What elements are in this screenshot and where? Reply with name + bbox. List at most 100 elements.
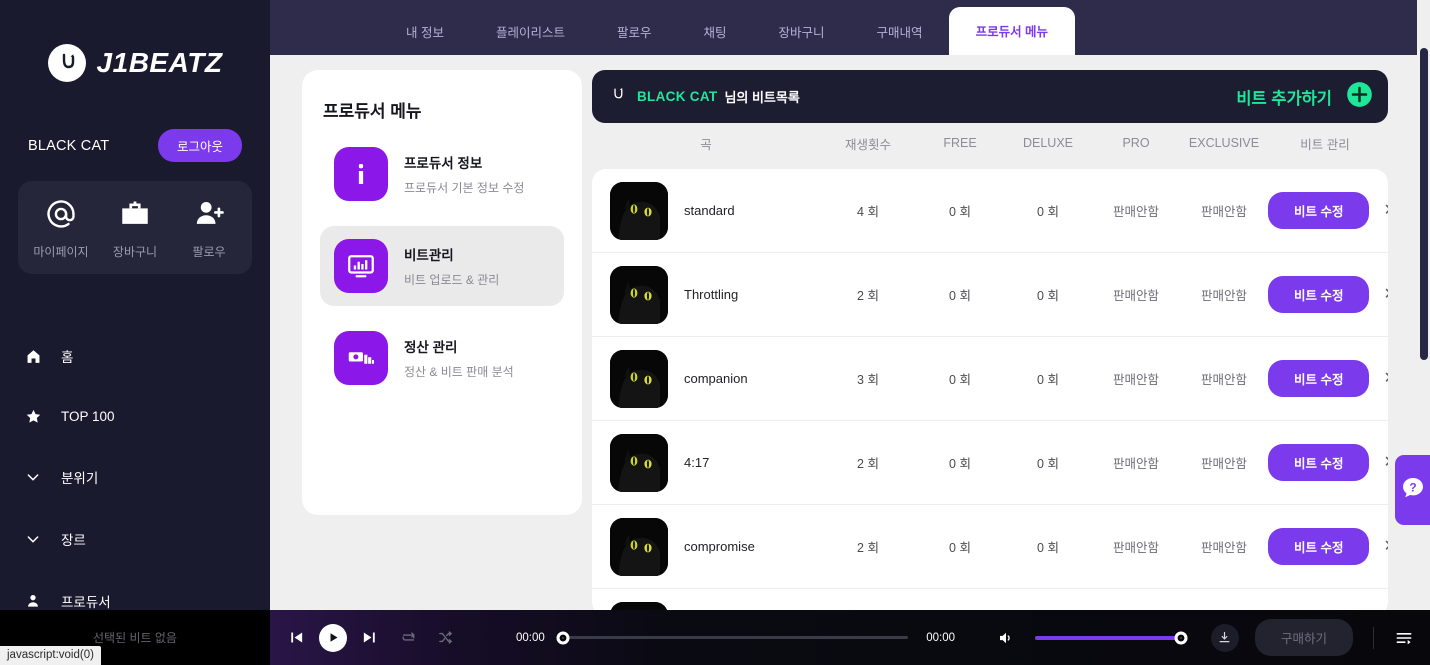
free-count: 0 회 — [949, 541, 971, 555]
edit-beat-button[interactable]: 비트 수정 — [1268, 276, 1370, 313]
user-row: BLACK CAT 로그아웃 — [0, 129, 270, 162]
buy-button[interactable]: 구매하기 — [1254, 619, 1353, 656]
beats-table-header: 곡 재생횟수 FREE DELUXE PRO EXCLUSIVE 비트 관리 — [592, 123, 1388, 163]
manage-cell: 비트 수정 ✕ — [1268, 276, 1388, 313]
menu-item-subtitle: 비트 업로드 & 관리 — [404, 273, 500, 287]
tab-follow[interactable]: 팔로우 — [591, 9, 678, 55]
plays-count: 3 회 — [857, 373, 879, 387]
sidebar-item-mood[interactable]: 분위기 — [0, 457, 270, 497]
svg-text:?: ? — [1409, 480, 1416, 494]
pro-status: 판매안함 — [1112, 457, 1159, 471]
free-count: 0 회 — [949, 457, 971, 471]
table-row[interactable]: compromise 2 회 0 회 0 회 판매안함 판매안함 비트 수정 ✕ — [592, 505, 1388, 589]
tab-purchase-history[interactable]: 구매내역 — [851, 9, 949, 55]
close-icon[interactable]: ✕ — [1383, 286, 1388, 303]
pro-status: 판매안함 — [1112, 373, 1159, 387]
skip-previous-icon[interactable] — [288, 629, 305, 646]
person-add-icon — [192, 197, 226, 236]
volume-knob[interactable] — [1174, 631, 1188, 644]
brand-name: J1BEATZ — [96, 47, 223, 78]
plays-count: 2 회 — [857, 541, 879, 555]
at-icon — [44, 197, 78, 236]
tab-chat[interactable]: 채팅 — [678, 9, 753, 55]
manage-cell: 비트 수정 ✕ — [1268, 192, 1388, 229]
scrollbar-thumb[interactable] — [1420, 48, 1428, 360]
player-controls-area: 00:00 00:00 구매하기 — [270, 610, 1430, 665]
close-icon[interactable]: ✕ — [1383, 370, 1388, 387]
close-icon[interactable]: ✕ — [1383, 538, 1388, 555]
deluxe-count: 0 회 — [1037, 373, 1059, 387]
sidebar-item-label: 장르 — [61, 533, 86, 548]
user-name: BLACK CAT — [28, 137, 110, 154]
table-row[interactable]: companion 3 회 0 회 0 회 판매안함 판매안함 비트 수정 ✕ — [592, 337, 1388, 421]
volume-slider[interactable] — [1034, 631, 1188, 644]
sidebar-item-home[interactable]: 홈 — [0, 336, 270, 376]
menu-item-producer-info[interactable]: 프로듀서 정보 프로듀서 기본 정보 수정 — [320, 134, 564, 214]
help-button[interactable]: ? — [1395, 455, 1430, 525]
money-icon — [334, 331, 388, 385]
top-navigation: 내 정보 플레이리스트 팔로우 채팅 장바구니 구매내역 프로듀서 메뉴 — [270, 0, 1418, 55]
tab-producer-menu[interactable]: 프로듀서 메뉴 — [948, 7, 1076, 55]
pro-status: 판매안함 — [1112, 541, 1159, 555]
sidebar-item-label: 홈 — [61, 350, 74, 365]
logout-button[interactable]: 로그아웃 — [157, 129, 242, 162]
beat-thumbnail — [610, 517, 668, 576]
beat-thumbnail — [610, 349, 668, 408]
manage-cell: 비트 수정 ✕ — [1268, 444, 1388, 481]
deluxe-count: 0 회 — [1037, 541, 1059, 555]
quick-action-mypage[interactable]: 마이페이지 — [27, 197, 95, 260]
free-count: 0 회 — [949, 289, 971, 303]
song-title: Throttling — [684, 287, 739, 302]
sidebar-item-label: TOP 100 — [61, 409, 115, 424]
table-row[interactable]: Throttling 2 회 0 회 0 회 판매안함 판매안함 비트 수정 ✕ — [592, 253, 1388, 337]
menu-item-settlement[interactable]: 정산 관리 정산 & 비트 판매 분석 — [320, 318, 564, 398]
chevron-down-icon — [22, 531, 44, 547]
tab-cart[interactable]: 장바구니 — [753, 9, 851, 55]
person-icon — [22, 593, 44, 609]
shuffle-icon[interactable] — [437, 629, 454, 646]
download-icon[interactable] — [1210, 623, 1239, 652]
plays-count: 2 회 — [857, 457, 879, 471]
main-content: 프로듀서 메뉴 프로듀서 정보 프로듀서 기본 정보 수정 비트관리 비트 업로… — [270, 55, 1418, 616]
quick-action-label: 팔로우 — [192, 245, 226, 259]
repeat-icon[interactable] — [400, 629, 417, 646]
skip-next-icon[interactable] — [361, 629, 378, 646]
menu-item-title: 정산 관리 — [404, 340, 458, 355]
playlist-queue-icon[interactable] — [1394, 628, 1414, 648]
column-header-song: 곡 — [700, 137, 712, 152]
table-row[interactable]: standard 4 회 0 회 0 회 판매안함 판매안함 비트 수정 ✕ — [592, 169, 1388, 253]
free-count: 0 회 — [949, 205, 971, 219]
tab-my-info[interactable]: 내 정보 — [380, 9, 470, 55]
volume-icon[interactable] — [997, 629, 1015, 647]
quick-action-label: 장바구니 — [112, 245, 158, 259]
exclusive-status: 판매안함 — [1200, 205, 1247, 219]
table-row[interactable]: 4:17 2 회 0 회 0 회 판매안함 판매안함 비트 수정 ✕ — [592, 421, 1388, 505]
quick-action-follow[interactable]: 팔로우 — [175, 197, 243, 260]
close-icon[interactable]: ✕ — [1383, 202, 1388, 219]
progress-knob[interactable] — [556, 631, 570, 644]
edit-beat-button[interactable]: 비트 수정 — [1268, 360, 1370, 397]
menu-item-subtitle: 프로듀서 기본 정보 수정 — [404, 181, 525, 195]
sidebar-item-genre[interactable]: 장르 — [0, 519, 270, 559]
brand-logo[interactable]: J1BEATZ — [0, 0, 270, 82]
app-root: J1BEATZ BLACK CAT 로그아웃 마이페이지 장바구니 팔로우 홈 … — [0, 0, 1430, 665]
edit-beat-button[interactable]: 비트 수정 — [1268, 528, 1370, 565]
song-cell: standard — [592, 181, 820, 240]
close-icon[interactable]: ✕ — [1383, 454, 1388, 471]
exclusive-status: 판매안함 — [1200, 289, 1247, 303]
tab-playlist[interactable]: 플레이리스트 — [470, 9, 591, 55]
total-time: 00:00 — [926, 631, 955, 644]
edit-beat-button[interactable]: 비트 수정 — [1268, 444, 1370, 481]
column-header-pro: PRO — [1122, 136, 1150, 150]
manage-cell: 비트 수정 ✕ — [1268, 360, 1388, 397]
menu-item-beat-management[interactable]: 비트관리 비트 업로드 & 관리 — [320, 226, 564, 306]
browser-status-tooltip: javascript:void(0) — [0, 646, 101, 665]
sidebar-item-top100[interactable]: TOP 100 — [0, 398, 270, 435]
quick-action-cart[interactable]: 장바구니 — [101, 197, 169, 260]
edit-beat-button[interactable]: 비트 수정 — [1268, 192, 1370, 229]
plays-count: 4 회 — [857, 205, 879, 219]
play-icon[interactable] — [319, 623, 347, 652]
add-beat-button[interactable]: 비트 추가하기 — [1236, 80, 1374, 114]
progress-slider[interactable] — [556, 631, 909, 644]
sidebar-item-label: 분위기 — [61, 471, 99, 486]
